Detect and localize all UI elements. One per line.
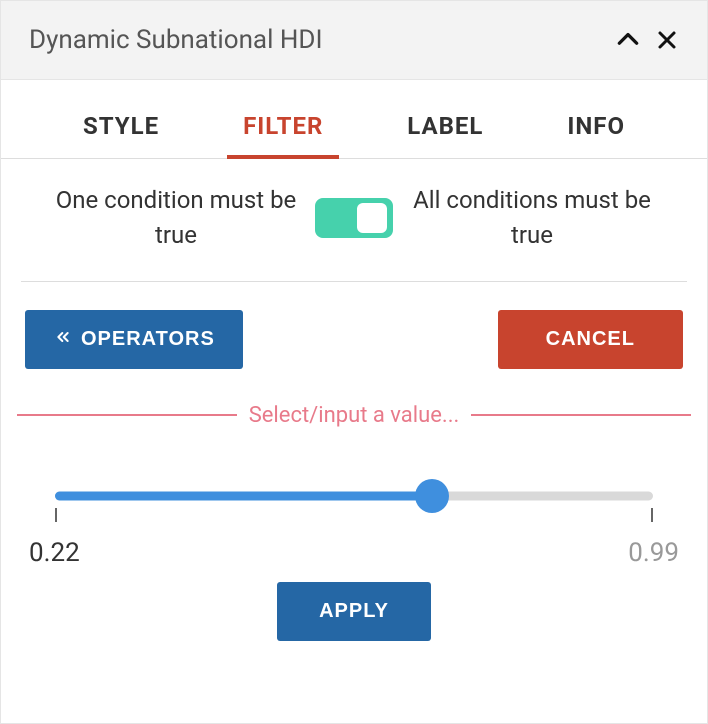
- collapse-icon[interactable]: [615, 27, 641, 53]
- value-slider[interactable]: [55, 476, 653, 516]
- value-divider: Select/input a value...: [1, 403, 707, 428]
- slider-tick-max: [651, 508, 653, 522]
- operators-button[interactable]: OPERATORS: [25, 310, 243, 369]
- filter-panel: Dynamic Subnational HDI STYLE FILTER LAB…: [0, 0, 708, 724]
- panel-header: Dynamic Subnational HDI: [1, 1, 707, 80]
- header-controls: [615, 27, 679, 53]
- slider-max-value: 0.99: [628, 538, 679, 568]
- slider-tick-min: [55, 508, 57, 522]
- panel-title: Dynamic Subnational HDI: [29, 25, 323, 55]
- chevron-left-double-icon: [53, 328, 73, 351]
- slider-thumb[interactable]: [415, 479, 449, 513]
- slider-fill: [55, 491, 432, 500]
- apply-row: APPLY: [1, 582, 707, 657]
- tab-info[interactable]: INFO: [559, 100, 633, 158]
- close-icon[interactable]: [655, 28, 679, 52]
- cancel-button[interactable]: CANCEL: [498, 310, 683, 369]
- cancel-button-label: CANCEL: [546, 328, 635, 351]
- tab-style[interactable]: STYLE: [75, 100, 167, 158]
- apply-button-label: APPLY: [319, 600, 389, 623]
- divider-line-left: [17, 414, 237, 416]
- slider-min-value: 0.22: [29, 538, 80, 568]
- slider-section: 0.22 0.99: [1, 428, 707, 586]
- slider-values: 0.22 0.99: [29, 538, 679, 568]
- divider-line-right: [471, 414, 691, 416]
- apply-button[interactable]: APPLY: [277, 582, 431, 641]
- conditions-toggle-row: One condition must be true All condition…: [21, 159, 687, 282]
- operators-button-label: OPERATORS: [81, 328, 215, 351]
- toggle-knob: [357, 203, 387, 233]
- tab-filter[interactable]: FILTER: [235, 100, 331, 158]
- tabs: STYLE FILTER LABEL INFO: [1, 80, 707, 159]
- tab-label[interactable]: LABEL: [399, 100, 491, 158]
- conditions-toggle[interactable]: [315, 198, 393, 238]
- divider-text: Select/input a value...: [249, 403, 460, 428]
- filter-buttons-row: OPERATORS CANCEL: [1, 282, 707, 403]
- condition-one-label: One condition must be true: [41, 183, 311, 253]
- condition-all-label: All conditions must be true: [397, 183, 667, 253]
